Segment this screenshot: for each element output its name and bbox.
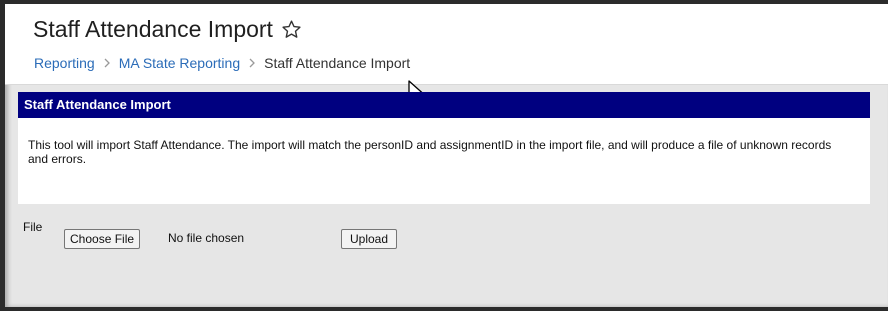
chevron-right-icon <box>104 58 110 68</box>
breadcrumb-item-current: Staff Attendance Import <box>264 55 411 71</box>
file-label: File <box>23 220 43 234</box>
page-title: Staff Attendance Import <box>33 16 273 42</box>
breadcrumb-item-ma-state-reporting[interactable]: MA State Reporting <box>119 55 240 71</box>
breadcrumb: Reporting MA State Reporting Staff Atten… <box>34 55 410 71</box>
file-status: No file chosen <box>168 231 245 245</box>
star-outline-icon[interactable] <box>281 19 302 40</box>
chevron-right-icon <box>249 58 256 68</box>
panel-description: This tool will import Staff Attendance. … <box>28 138 832 166</box>
page-title-row: Staff Attendance Import <box>33 16 302 43</box>
import-panel: Staff Attendance Import This tool will i… <box>18 92 870 204</box>
page-header: Staff Attendance Import Reporting MA Sta… <box>5 4 888 85</box>
panel-title: Staff Attendance Import <box>18 92 870 118</box>
choose-file-button[interactable]: Choose File <box>64 229 141 249</box>
upload-button[interactable]: Upload <box>341 229 398 249</box>
breadcrumb-item-reporting[interactable]: Reporting <box>34 55 95 71</box>
